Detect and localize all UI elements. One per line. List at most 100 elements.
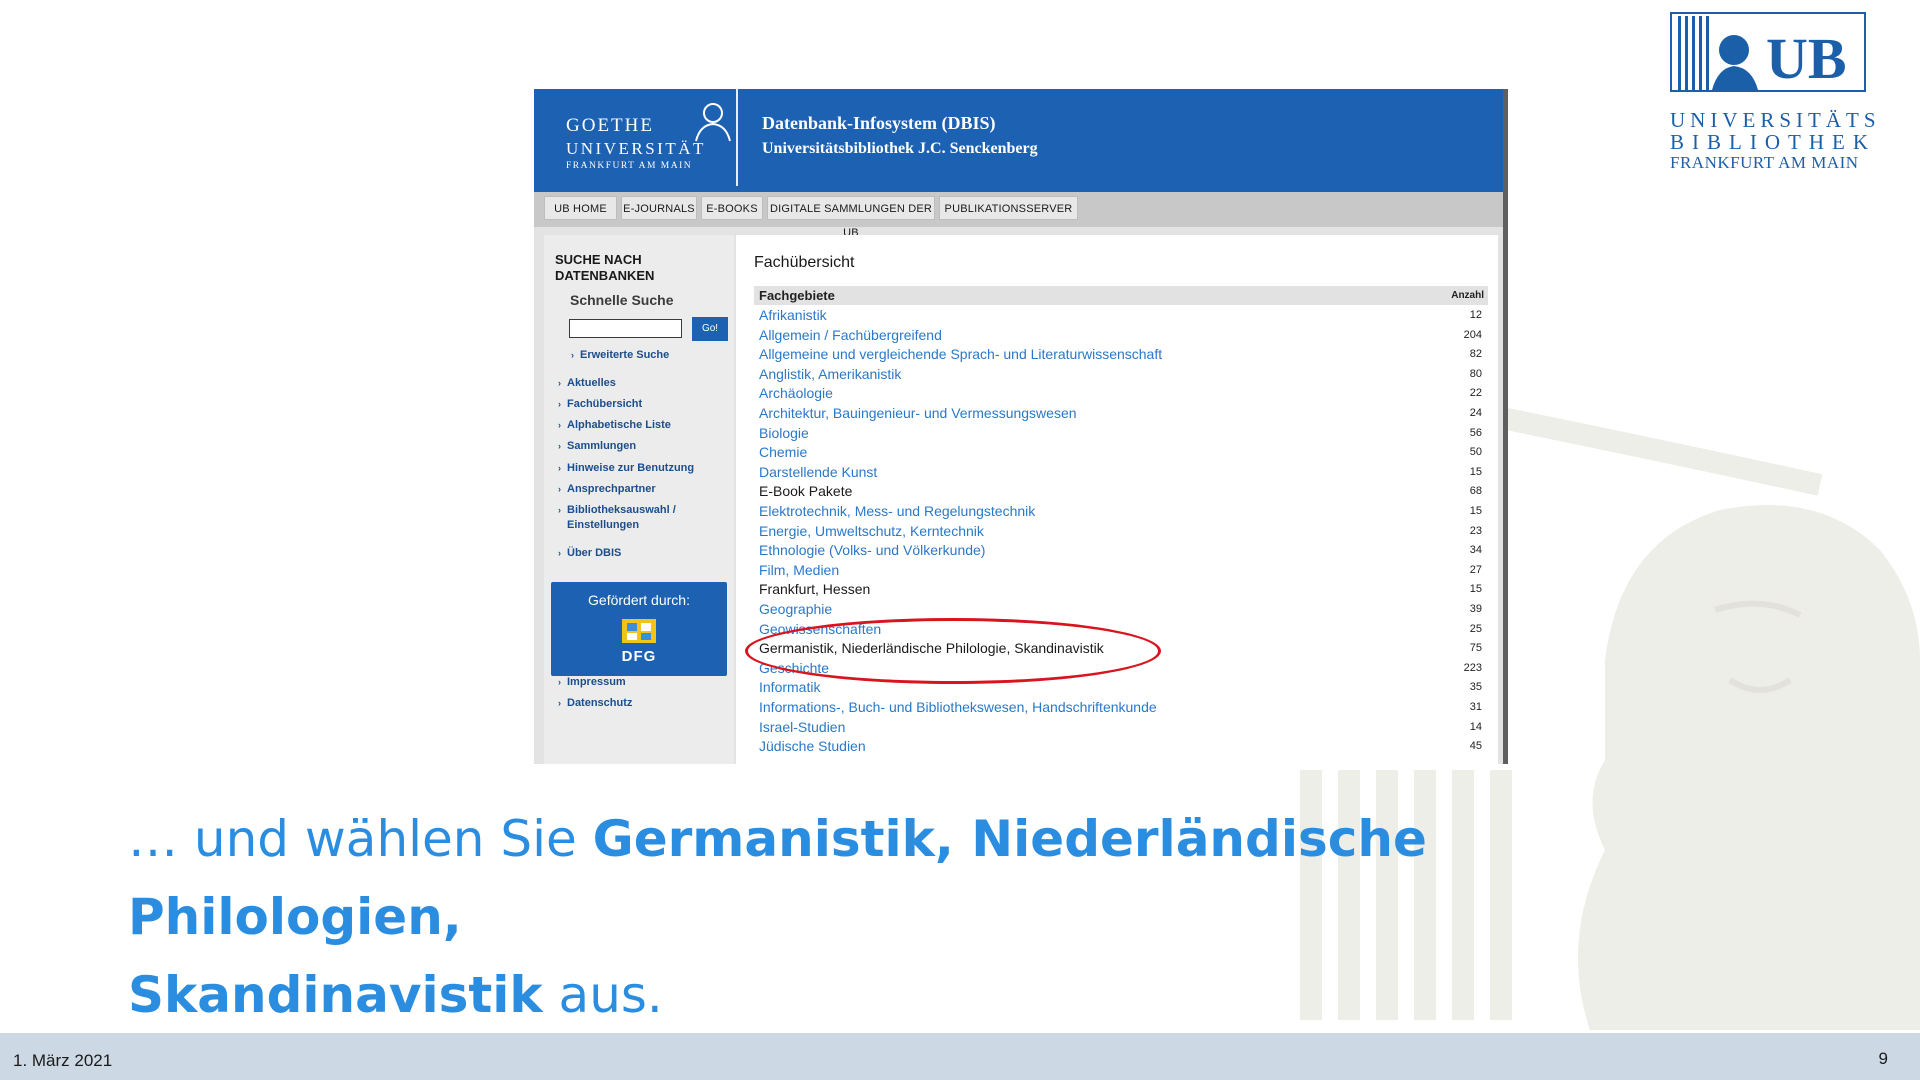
coat-of-arms-icon [622,619,656,643]
subject-link[interactable]: Informatik [759,679,820,695]
quick-search-input[interactable] [569,319,682,338]
subject-count: 56 [1469,426,1482,439]
advanced-search-link[interactable]: › Erweiterte Suche [571,348,669,363]
arrow-right-icon: › [558,698,561,708]
tab-publikationsserver[interactable]: PUBLIKATIONSSERVER [939,196,1078,220]
arrow-right-icon: › [558,548,561,558]
table-row[interactable]: Darstellende Kunst 15 [754,464,1488,483]
ub-mark-icon: UB [1670,12,1866,92]
goethe-logo-line-3: FRANKFURT AM MAIN [566,161,693,171]
subject-count: 15 [1469,583,1482,596]
sidebar-item-ueber-dbis[interactable]: › Über DBIS [558,546,622,561]
table-row[interactable]: Israel-Studien 14 [754,719,1488,738]
arrow-right-icon: › [558,399,561,409]
tab-ub-home[interactable]: UB HOME [544,196,617,220]
sidebar-item-sammlungen[interactable]: › Sammlungen [558,439,636,454]
subject-count: 15 [1469,465,1482,478]
subject-link[interactable]: Film, Medien [759,562,839,578]
subject-link[interactable]: Jüdische Studien [759,738,866,754]
subject-count: 39 [1469,603,1482,615]
subject-link[interactable]: Energie, Umweltschutz, Kerntechnik [759,523,984,539]
subject-count: 34 [1469,544,1482,557]
sidebar-item-label-line-2: Einstellungen [567,519,640,531]
subject-link[interactable]: Informations-, Buch- und Bibliothekswese… [759,699,1157,715]
tab-digitale-sammlungen[interactable]: DIGITALE SAMMLUNGEN DER UB [767,196,935,239]
table-row[interactable]: Chemie 50 [754,444,1488,463]
subject-link[interactable]: Darstellende Kunst [759,464,877,480]
table-row[interactable]: Biologie 56 [754,425,1488,444]
caption-prefix: … und wählen Sie [128,810,593,868]
tab-e-books[interactable]: E-BOOKS [701,196,763,220]
subject-link[interactable]: Afrikanistik [759,307,827,323]
table-header: Fachgebiete Anzahl [754,286,1488,305]
goethe-logo-line-2: UNIVERSITÄT [566,139,706,158]
sidebar-item-ansprechpartner[interactable]: › Ansprechpartner [558,482,656,497]
go-button[interactable]: Go! [692,317,728,341]
subject-link[interactable]: E-Book Pakete [759,483,852,499]
subject-count: 50 [1469,446,1482,459]
subject-count: 12 [1469,309,1482,321]
table-row[interactable]: Film, Medien 27 [754,562,1488,581]
table-row[interactable]: Afrikanistik 12 [754,307,1488,326]
table-row[interactable]: Informatik 35 [754,679,1488,698]
subject-link[interactable]: Archäologie [759,385,833,401]
subject-link[interactable]: Chemie [759,444,807,460]
sidebar-item-hinweise[interactable]: › Hinweise zur Benutzung [558,461,694,476]
table-row[interactable]: Ethnologie (Volks- und Völkerkunde) 34 [754,542,1488,561]
sidebar-item-datenschutz[interactable]: › Datenschutz [558,696,632,711]
sidebar-item-fachuebersicht[interactable]: › Fachübersicht [558,397,642,412]
funding-label: Gefördert durch: [588,592,690,608]
dbis-subtitle: Universitätsbibliothek J.C. Senckenberg [762,140,1038,157]
table-row[interactable]: Archäologie 22 [754,385,1488,404]
subject-link[interactable]: Geographie [759,601,832,617]
sidebar-item-label: Impressum [567,676,626,688]
subject-count: 80 [1469,367,1482,380]
table-row[interactable]: Geographie 39 [754,601,1488,620]
table-row[interactable]: Allgemeine und vergleichende Sprach- und… [754,346,1488,365]
funding-box[interactable]: Gefördert durch: DFG [551,582,727,676]
table-row[interactable]: Informations-, Buch- und Bibliothekswese… [754,699,1488,718]
arrow-right-icon: › [558,420,561,430]
tab-e-journals[interactable]: E-JOURNALS [621,196,697,220]
subject-count: 22 [1469,387,1482,400]
sidebar-item-label: Über DBIS [567,547,622,559]
sidebar-item-aktuelles[interactable]: › Aktuelles [558,376,616,391]
subject-count: 24 [1469,407,1482,419]
subject-link[interactable]: Architektur, Bauingenieur- und Vermessun… [759,405,1077,421]
dbis-nav-bar: UB HOME E-JOURNALS E-BOOKS DIGITALE SAMM… [534,192,1503,239]
sidebar-item-alphabetische-liste[interactable]: › Alphabetische Liste [558,418,671,433]
subject-link[interactable]: Frankfurt, Hessen [759,581,870,597]
arrow-right-icon: › [558,378,561,388]
subject-link[interactable]: Elektrotechnik, Mess- und Regelungstechn… [759,503,1035,519]
subject-link[interactable]: Israel-Studien [759,719,845,735]
subject-link[interactable]: Ethnologie (Volks- und Völkerkunde) [759,542,985,558]
subject-count: 35 [1469,681,1482,694]
subject-count: 223 [1463,661,1482,674]
goethe-university-logo[interactable]: GOETHE UNIVERSITÄT FRANKFURT AM MAIN [566,93,731,183]
subject-count: 68 [1469,485,1482,498]
table-row[interactable]: Jüdische Studien 45 [754,738,1488,757]
column-header-anzahl: Anzahl [1451,290,1484,301]
table-row[interactable]: Frankfurt, Hessen 15 [754,581,1488,600]
dbis-title: Datenbank-Infosystem (DBIS) [762,113,996,133]
arrow-right-icon: › [571,350,574,360]
table-row[interactable]: Allgemein / Fachübergreifend 204 [754,327,1488,346]
subject-link[interactable]: Allgemeine und vergleichende Sprach- und… [759,346,1162,362]
sidebar-item-bibliotheksauswahl[interactable]: › Bibliotheksauswahl / Einstellungen [558,503,676,533]
table-row[interactable]: Energie, Umweltschutz, Kerntechnik 23 [754,523,1488,542]
table-row[interactable]: Architektur, Bauingenieur- und Vermessun… [754,405,1488,424]
caption-suffix: aus. [542,966,663,1024]
table-row[interactable]: Elektrotechnik, Mess- und Regelungstechn… [754,503,1488,522]
subject-link[interactable]: Biologie [759,425,809,441]
table-row[interactable]: E-Book Pakete 68 [754,483,1488,502]
subject-count: 25 [1469,622,1482,635]
subject-link[interactable]: Allgemein / Fachübergreifend [759,327,942,343]
table-row[interactable]: Anglistik, Amerikanistik 80 [754,366,1488,385]
svg-text:UB: UB [1766,26,1847,91]
subject-link[interactable]: Anglistik, Amerikanistik [759,366,901,382]
main-panel: Fachübersicht Fachgebiete Anzahl Afrikan… [736,235,1498,764]
sidebar-item-impressum[interactable]: › Impressum [558,675,626,690]
dbis-sidebar: SUCHE NACH DATENBANKEN Schnelle Suche Go… [544,235,734,764]
subject-count: 31 [1469,701,1482,713]
header-divider [736,89,738,186]
